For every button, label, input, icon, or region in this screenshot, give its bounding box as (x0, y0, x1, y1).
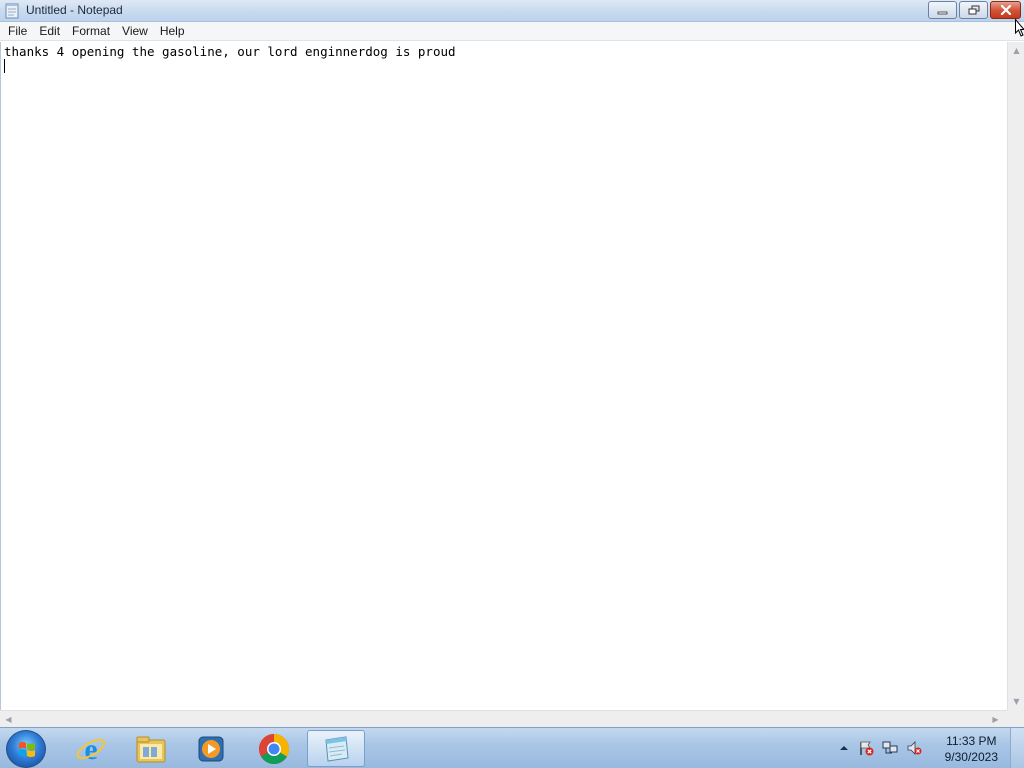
media-player-icon (198, 736, 224, 761)
taskbar-media-player[interactable] (182, 730, 240, 767)
show-desktop-button[interactable] (1010, 728, 1024, 768)
text-editor[interactable]: thanks 4 opening the gasoline, our lord … (0, 42, 1007, 710)
close-icon (1000, 5, 1011, 15)
taskbar-chrome[interactable] (245, 730, 303, 767)
scroll-right-icon[interactable]: ▶ (991, 715, 1000, 724)
scroll-left-icon[interactable]: ◀ (4, 715, 13, 724)
clock[interactable]: 11:33 PM 9/30/2023 (945, 733, 998, 765)
start-button[interactable] (6, 730, 46, 768)
close-button[interactable] (990, 1, 1021, 19)
notepad-app-icon (5, 3, 19, 19)
menu-bar: File Edit Format View Help (0, 22, 1024, 41)
clock-date: 9/30/2023 (944, 750, 998, 764)
editor-content: thanks 4 opening the gasoline, our lord … (4, 44, 456, 59)
notepad-icon (325, 735, 349, 762)
action-center-icon[interactable] (858, 740, 874, 756)
menu-view[interactable]: View (116, 22, 154, 41)
minimize-icon (937, 11, 948, 14)
window-title: Untitled - Notepad (26, 3, 123, 17)
restore-button[interactable] (959, 1, 988, 19)
file-explorer-icon (136, 736, 166, 762)
windows-logo-icon (19, 742, 35, 757)
scroll-down-icon[interactable]: ▼ (1012, 697, 1021, 706)
menu-help[interactable]: Help (154, 22, 191, 41)
volume-muted-icon[interactable] (906, 740, 922, 756)
taskbar: e 11:33 PM 9/30/2023 (0, 727, 1024, 768)
menu-edit[interactable]: Edit (33, 22, 66, 41)
taskbar-notepad[interactable] (307, 730, 365, 767)
text-caret (4, 59, 5, 73)
window-controls (926, 1, 1021, 20)
vertical-scrollbar[interactable]: ▲ ▼ (1007, 42, 1024, 710)
title-bar[interactable]: Untitled - Notepad (0, 0, 1024, 22)
minimize-button[interactable] (928, 1, 957, 19)
internet-explorer-icon: e (76, 733, 106, 765)
clock-time: 11:33 PM (946, 734, 997, 748)
menu-format[interactable]: Format (66, 22, 116, 41)
size-grip[interactable] (1007, 710, 1024, 727)
show-hidden-icons-icon[interactable] (836, 740, 852, 756)
taskbar-file-explorer[interactable] (122, 730, 180, 767)
horizontal-scrollbar[interactable]: ◀ ▶ (0, 710, 1007, 727)
scroll-up-icon[interactable]: ▲ (1012, 46, 1021, 55)
chrome-icon (258, 733, 290, 764)
network-icon[interactable] (882, 740, 898, 756)
system-tray: 11:33 PM 9/30/2023 (834, 728, 1024, 768)
restore-icon (968, 5, 979, 15)
menu-file[interactable]: File (2, 22, 33, 41)
svg-text:e: e (84, 733, 97, 765)
mouse-pointer-icon (1015, 19, 1024, 37)
taskbar-internet-explorer[interactable]: e (62, 730, 120, 767)
